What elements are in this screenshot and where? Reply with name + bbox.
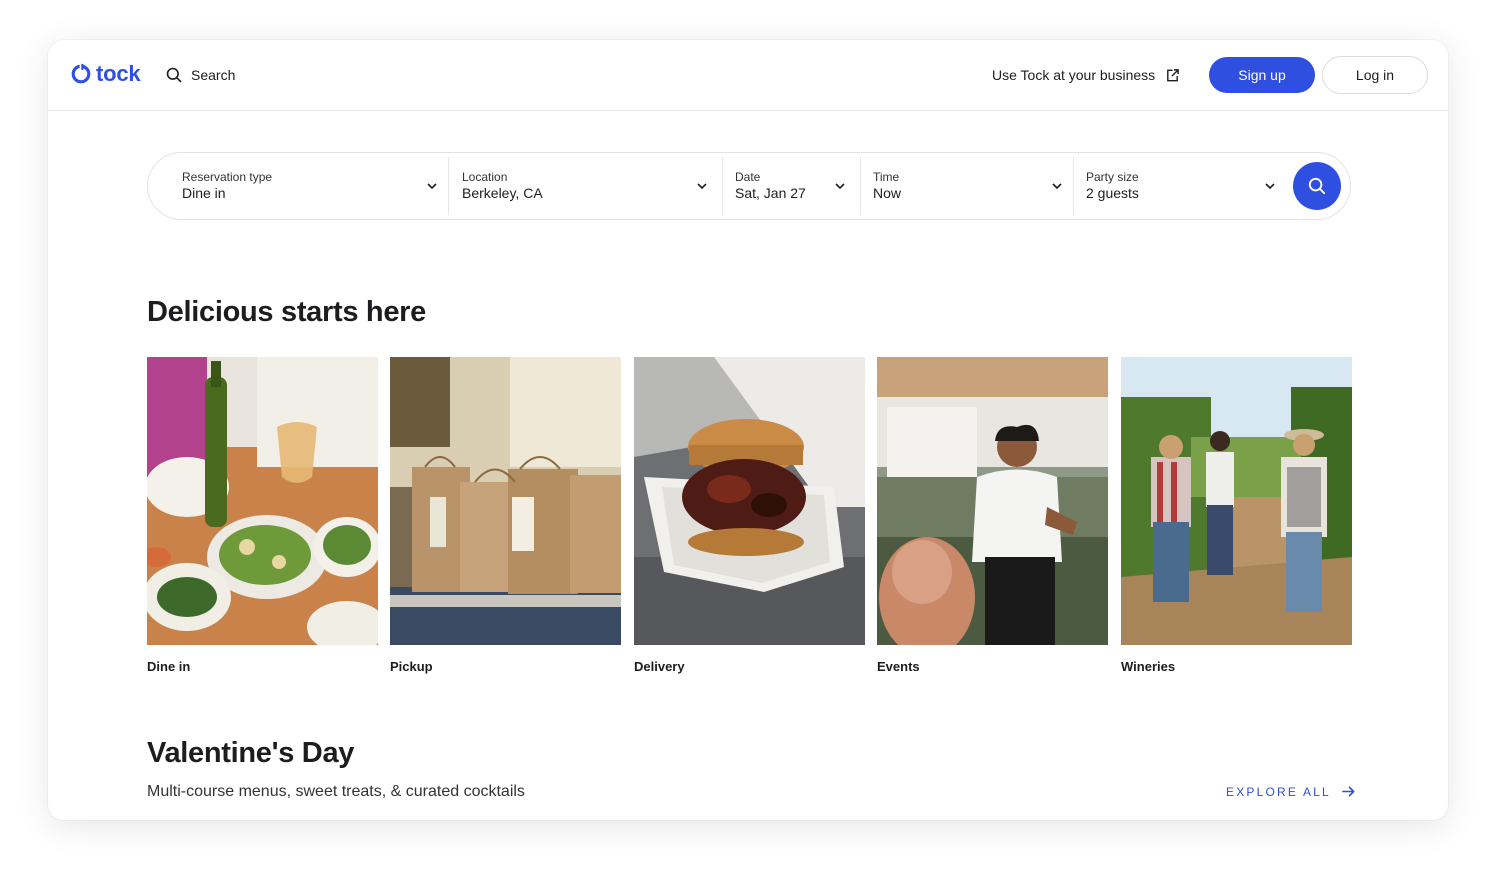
explore-all-link[interactable]: EXPLORE ALL bbox=[1226, 784, 1356, 799]
dine-in-photo bbox=[147, 357, 378, 645]
field-divider bbox=[1073, 157, 1074, 215]
logo-text: tock bbox=[96, 61, 141, 86]
header-search-label: Search bbox=[191, 67, 236, 83]
party-size-select[interactable]: Party size 2 guests bbox=[1086, 153, 1276, 219]
category-card-events[interactable]: Events bbox=[877, 357, 1108, 674]
explore-all-label: EXPLORE ALL bbox=[1226, 784, 1331, 799]
category-label: Wineries bbox=[1121, 659, 1176, 674]
chevron-down-icon bbox=[1265, 183, 1275, 190]
delivery-photo bbox=[634, 357, 865, 645]
app-window: tock Search Use Tock at your business Si… bbox=[48, 40, 1448, 820]
section-title: Delicious starts here bbox=[147, 296, 426, 328]
date-select[interactable]: Date Sat, Jan 27 bbox=[735, 153, 846, 219]
category-card-pickup[interactable]: Pickup bbox=[390, 357, 621, 674]
header-search-link[interactable]: Search bbox=[166, 64, 235, 86]
category-label: Pickup bbox=[390, 659, 433, 674]
field-label: Location bbox=[462, 170, 508, 184]
location-select[interactable]: Location Berkeley, CA bbox=[462, 153, 708, 219]
search-icon bbox=[166, 67, 182, 83]
chevron-down-icon bbox=[1052, 183, 1062, 190]
tock-logo[interactable]: tock bbox=[70, 60, 141, 88]
search-submit-button[interactable] bbox=[1293, 162, 1341, 210]
valentines-subtitle: Multi-course menus, sweet treats, & cura… bbox=[147, 783, 525, 800]
events-photo bbox=[877, 357, 1108, 645]
category-label: Delivery bbox=[634, 659, 685, 674]
category-card-dine-in[interactable]: Dine in bbox=[147, 357, 378, 674]
top-nav: tock Search Use Tock at your business Si… bbox=[48, 40, 1448, 111]
field-value: Berkeley, CA bbox=[462, 185, 543, 201]
field-value: 2 guests bbox=[1086, 185, 1139, 201]
pickup-photo bbox=[390, 357, 621, 645]
business-link-label: Use Tock at your business bbox=[992, 67, 1156, 83]
field-value: Dine in bbox=[182, 185, 226, 201]
wineries-photo bbox=[1121, 357, 1352, 645]
business-link[interactable]: Use Tock at your business bbox=[992, 64, 1180, 86]
field-label: Party size bbox=[1086, 170, 1139, 184]
field-label: Date bbox=[735, 170, 761, 184]
chevron-down-icon bbox=[835, 183, 845, 190]
external-link-icon bbox=[1167, 68, 1179, 81]
category-card-delivery[interactable]: Delivery bbox=[634, 357, 865, 674]
tock-logo-icon bbox=[71, 63, 91, 84]
arrow-right-icon bbox=[1342, 786, 1355, 797]
category-label: Dine in bbox=[147, 659, 191, 674]
reservation-search-bar: Reservation type Dine in Location Berkel… bbox=[147, 152, 1351, 220]
field-label: Time bbox=[873, 170, 900, 184]
chevron-down-icon bbox=[697, 183, 707, 190]
valentines-title: Valentine's Day bbox=[147, 737, 355, 769]
field-value: Now bbox=[873, 185, 902, 201]
chevron-down-icon bbox=[427, 183, 437, 190]
signup-button[interactable]: Sign up bbox=[1209, 57, 1315, 93]
category-label: Events bbox=[877, 659, 920, 674]
field-divider bbox=[722, 157, 723, 215]
time-select[interactable]: Time Now bbox=[873, 153, 1063, 219]
field-label: Reservation type bbox=[182, 170, 273, 184]
field-divider bbox=[448, 157, 449, 215]
search-icon bbox=[1308, 177, 1326, 195]
login-button[interactable]: Log in bbox=[1322, 56, 1428, 94]
field-value: Sat, Jan 27 bbox=[735, 185, 806, 201]
reservation-type-select[interactable]: Reservation type Dine in bbox=[182, 153, 438, 219]
field-divider bbox=[860, 157, 861, 215]
category-card-wineries[interactable]: Wineries bbox=[1121, 357, 1352, 674]
